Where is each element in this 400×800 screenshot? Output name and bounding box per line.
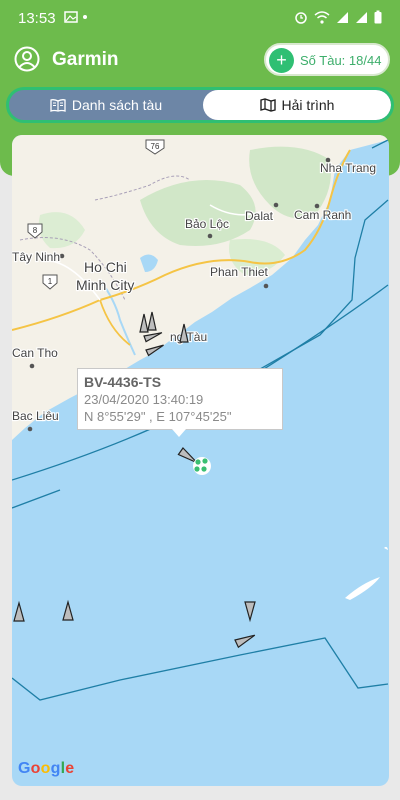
- city-dot: [59, 253, 65, 259]
- road-shield-8-label: 8: [33, 226, 38, 235]
- cluster-marker[interactable]: [193, 457, 211, 475]
- boat-marker[interactable]: [62, 599, 74, 621]
- label-hcm-1: Ho Chi: [84, 259, 127, 275]
- boundary-line-4: [12, 637, 389, 701]
- label-nha-trang: Nha Trang: [320, 161, 376, 175]
- view-tabs: Danh sách tàu Hải trình: [6, 87, 394, 123]
- city-dot: [207, 233, 213, 239]
- notification-dot-icon: [83, 15, 87, 19]
- vessel-id: BV-4436-TS: [84, 374, 162, 390]
- vessel-info-popup[interactable]: BV-4436-TS 23/04/2020 13:40:19 N 8°55'29…: [77, 368, 283, 430]
- road-shield-76-label: 76: [151, 142, 160, 151]
- book-icon: [50, 99, 66, 112]
- signal-icon-2: [356, 11, 367, 23]
- plus-icon: +: [269, 48, 294, 73]
- boat-marker[interactable]: [234, 632, 257, 649]
- status-bar: 13:53: [0, 0, 400, 36]
- road-shield-1-label: 1: [48, 277, 53, 286]
- city-dot: [263, 283, 269, 289]
- tab-route[interactable]: Hải trình: [203, 90, 391, 120]
- label-hcm-2: Minh City: [76, 277, 134, 293]
- map-icon: [259, 98, 276, 112]
- island: [345, 577, 380, 600]
- label-can-tho: Can Tho: [12, 346, 58, 360]
- signal-icon: [337, 11, 348, 23]
- vessel-timestamp: 23/04/2020 13:40:19: [84, 392, 204, 407]
- alarm-icon: [295, 12, 307, 24]
- vessel-count-label: Số Tàu: 18/44: [300, 53, 382, 68]
- label-bac-lieu: Bac Liêu: [12, 409, 59, 423]
- gallery-icon: [64, 11, 78, 23]
- island-2: [384, 546, 388, 550]
- city-dot: [27, 426, 33, 432]
- app-title: Garmin: [52, 49, 119, 70]
- city-dot: [273, 202, 279, 208]
- boundary-line-5: [12, 489, 61, 509]
- label-tay-ninh: Tây Ninh: [12, 250, 60, 264]
- google-logo: Google: [18, 760, 75, 777]
- label-phan-thiet: Phan Thiet: [210, 265, 268, 279]
- city-dot: [29, 363, 35, 369]
- user-account-icon[interactable]: [14, 46, 40, 72]
- label-cam-ranh: Cam Ranh: [294, 208, 351, 222]
- boat-marker[interactable]: [244, 601, 256, 623]
- wifi-icon: [314, 10, 330, 24]
- vessel-coordinates: N 8°55'29" , E 107°45'25": [84, 409, 232, 424]
- status-time: 13:53: [18, 10, 56, 27]
- tab-route-label: Hải trình: [281, 97, 335, 113]
- map-canvas[interactable]: 76 8 1 Nha Trang Bảo Lộc Dalat Cam Ranh …: [12, 135, 389, 786]
- boat-marker[interactable]: [13, 600, 25, 622]
- battery-icon: [374, 10, 382, 24]
- label-bao-loc: Bảo Lộc: [185, 217, 229, 231]
- label-dalat: Dalat: [245, 209, 274, 223]
- tab-vessel-list[interactable]: Danh sách tàu: [9, 90, 203, 120]
- tab-vessel-list-label: Danh sách tàu: [71, 97, 163, 113]
- popup-tail: [172, 429, 186, 437]
- map-view[interactable]: 76 8 1 Nha Trang Bảo Lộc Dalat Cam Ranh …: [12, 135, 389, 786]
- vessel-count-button[interactable]: + Số Tàu: 18/44: [264, 43, 390, 76]
